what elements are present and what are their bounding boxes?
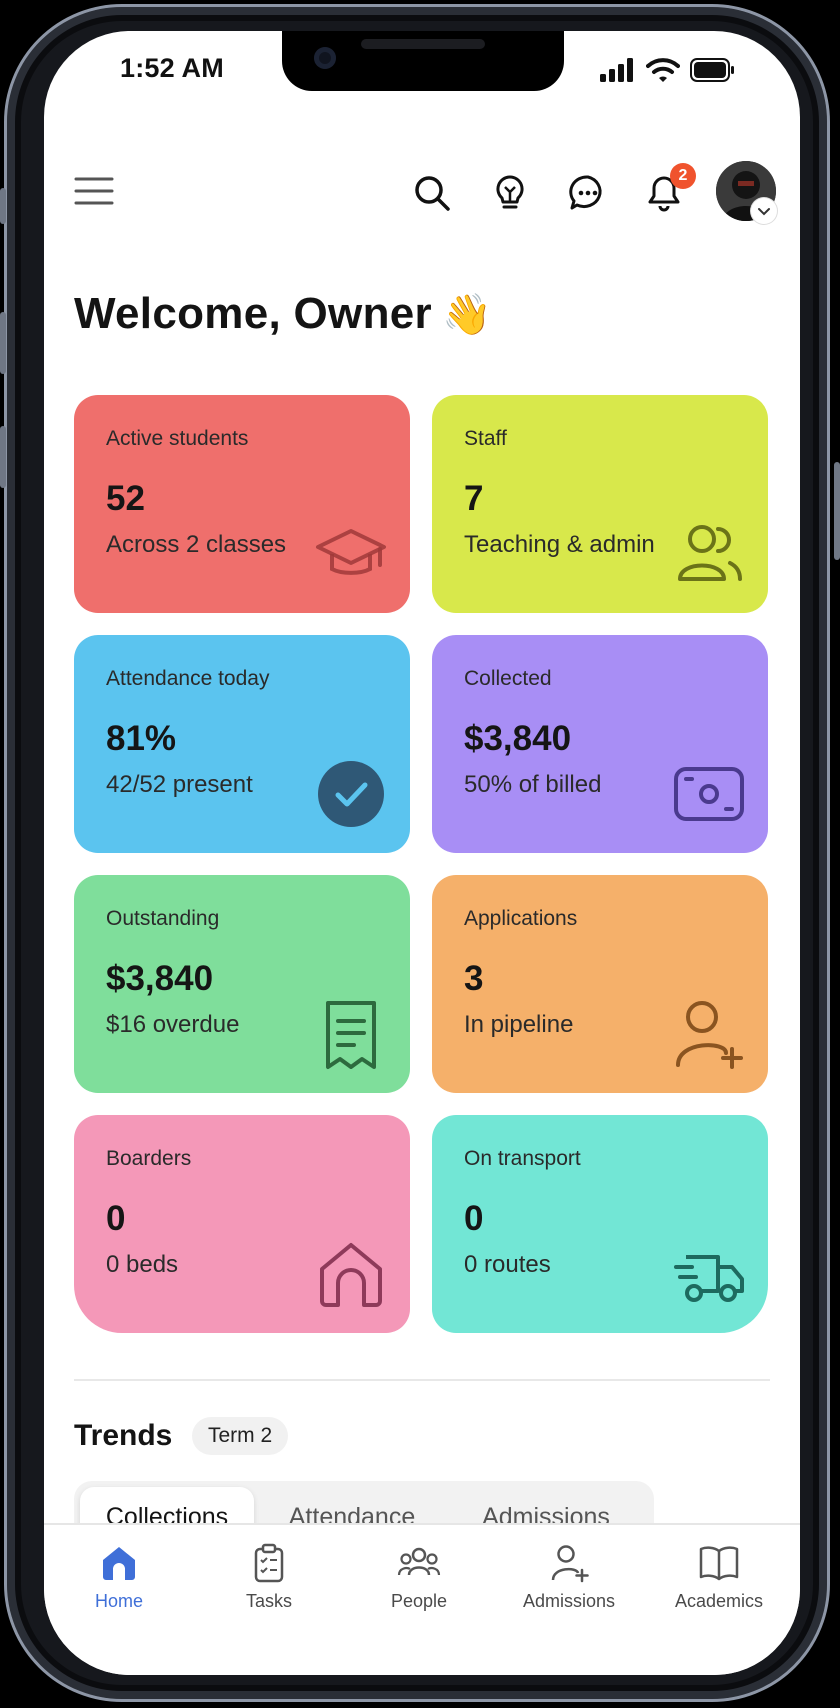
book-icon (699, 1546, 739, 1581)
card-value: 0 (464, 1199, 484, 1238)
card-value: 81% (106, 719, 177, 758)
card-title: On transport (464, 1147, 581, 1170)
app-header: 2 (44, 161, 800, 231)
users-icon (678, 525, 742, 581)
side-button (0, 188, 6, 224)
nav-item-academics[interactable]: Academics (644, 1543, 794, 1612)
term-chip[interactable]: Term 2 (192, 1417, 289, 1455)
nav-label: Home (94, 1591, 143, 1611)
volume-down-button (0, 426, 6, 488)
nav-label: People (390, 1591, 448, 1611)
nav-label: Tasks (245, 1591, 292, 1611)
search-button[interactable] (412, 173, 452, 213)
app-screen: 1:52 AM 2 Welcome, Owner 👋 Active studen… (44, 31, 800, 1675)
stat-card-staff[interactable]: Staff 7 Teaching & admin (432, 395, 768, 613)
home-icon (320, 1243, 382, 1307)
welcome-text: Welcome, Owner (74, 289, 432, 338)
volume-up-button (0, 312, 6, 374)
card-value: 52 (106, 479, 145, 518)
speaker-grill (361, 39, 485, 49)
menu-button[interactable] (74, 175, 114, 207)
trends-heading: Trends (74, 1419, 173, 1452)
nav-item-home[interactable]: Home (44, 1543, 194, 1612)
battery-icon (690, 58, 734, 82)
nav-item-people[interactable]: People (344, 1543, 494, 1612)
stat-card-applications[interactable]: Applications 3 In pipeline (432, 875, 768, 1093)
stat-card-boarders[interactable]: Boarders 0 0 beds (74, 1115, 410, 1333)
page-title: Welcome, Owner 👋 (74, 289, 492, 339)
card-value: 0 (106, 1199, 126, 1238)
signal-icon (600, 58, 633, 82)
card-value: $3,840 (464, 719, 572, 758)
section-divider (74, 1379, 770, 1381)
people-icon (397, 1547, 441, 1576)
card-title: Collected (464, 667, 552, 690)
card-value: 7 (464, 479, 484, 518)
card-title: Staff (464, 427, 507, 450)
user-plus-icon (551, 1545, 589, 1583)
card-value: $3,840 (106, 959, 214, 998)
card-title: Attendance today (106, 667, 270, 690)
home-icon (103, 1547, 135, 1580)
user-plus-icon (676, 1001, 743, 1069)
nav-item-tasks[interactable]: Tasks (194, 1543, 344, 1612)
cash-icon (674, 767, 744, 821)
status-icons (600, 57, 736, 83)
card-title: Boarders (106, 1147, 192, 1170)
account-menu-button[interactable] (751, 198, 777, 224)
search-icon (415, 176, 450, 211)
clipboard-check-icon (254, 1543, 284, 1583)
waving-hand-emoji: 👋 (441, 293, 493, 337)
receipt-icon (326, 1001, 376, 1069)
lightbulb-icon (496, 175, 524, 209)
graduation-cap-icon (316, 529, 386, 575)
nav-item-admissions[interactable]: Admissions (494, 1543, 644, 1612)
card-title: Applications (464, 907, 578, 930)
nav-label: Academics (674, 1591, 764, 1611)
card-value: 3 (464, 959, 484, 998)
stat-card-transport[interactable]: On transport 0 0 routes (432, 1115, 768, 1333)
front-camera (314, 47, 336, 69)
power-button (834, 462, 840, 560)
ideas-button[interactable] (490, 173, 530, 213)
stat-card-outstanding[interactable]: Outstanding $3,840 $16 overdue (74, 875, 410, 1093)
stat-card-collected[interactable]: Collected $3,840 50% of billed (432, 635, 768, 853)
bottom-nav: Home Tasks People Admissions Academics (44, 1523, 800, 1675)
stat-card-active-students[interactable]: Active students 52 Across 2 classes (74, 395, 410, 613)
wifi-icon (646, 58, 680, 82)
check-circle-icon (318, 761, 384, 827)
chat-bubble-icon (569, 175, 602, 210)
status-time: 1:52 AM (120, 53, 224, 83)
truck-icon (674, 1255, 744, 1302)
stat-card-attendance[interactable]: Attendance today 81% 42/52 present (74, 635, 410, 853)
card-title: Outstanding (106, 907, 220, 930)
chevron-down-icon (758, 208, 770, 216)
notification-badge: 2 (670, 163, 696, 189)
hamburger-icon (74, 177, 114, 205)
messages-button[interactable] (568, 173, 608, 213)
nav-label: Admissions (522, 1591, 616, 1611)
card-title: Active students (106, 427, 249, 450)
